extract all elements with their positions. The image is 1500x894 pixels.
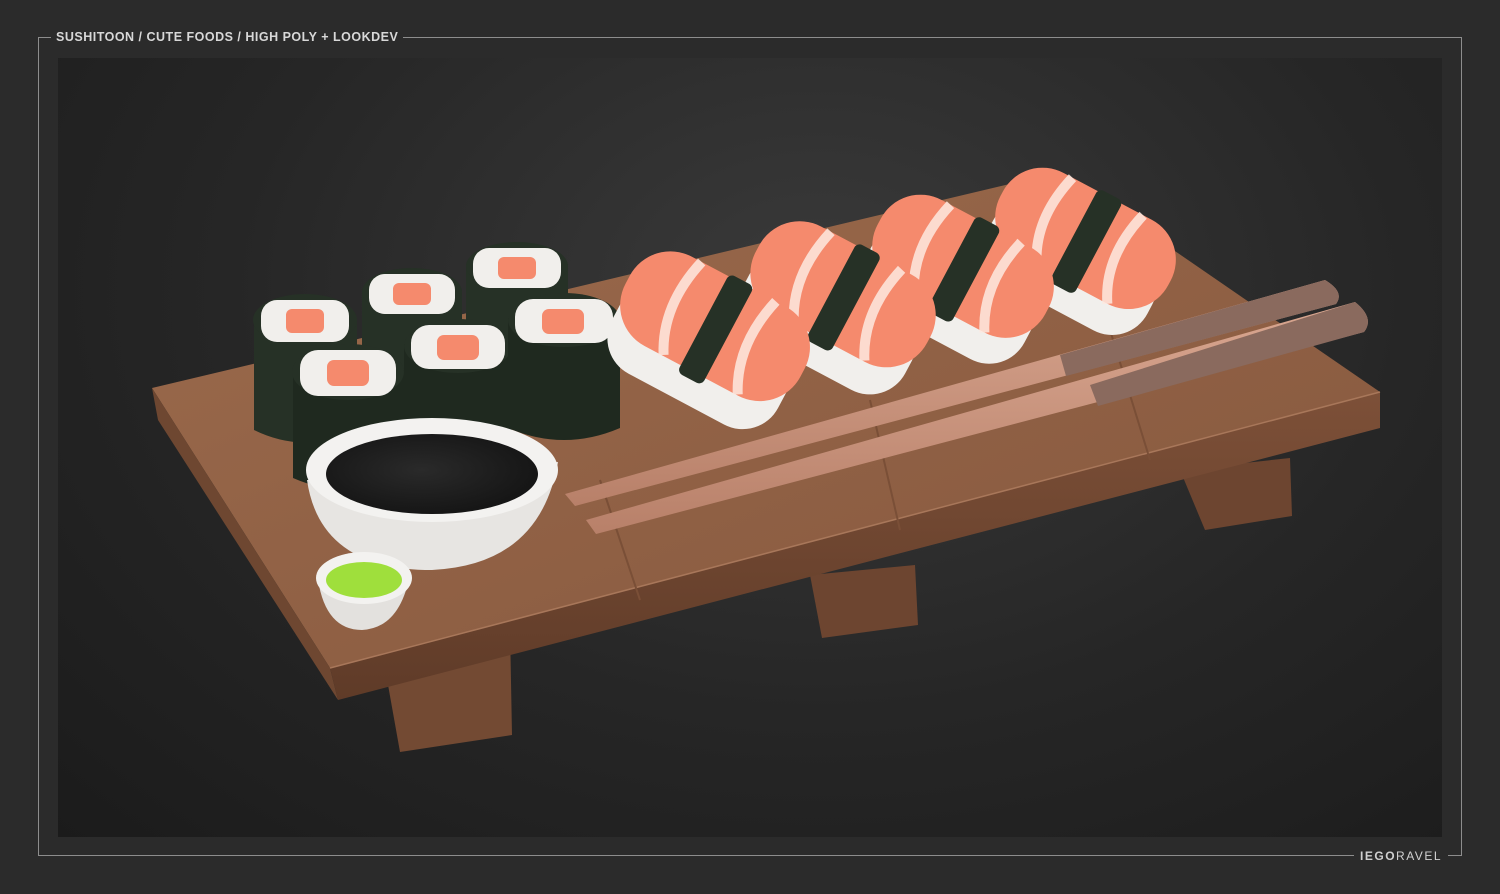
maki-roll: [508, 293, 620, 440]
page-title: SUSHITOON / CUTE FOODS / HIGH POLY + LOO…: [51, 28, 404, 46]
artist-signature: IEGORAVEL: [1354, 847, 1448, 865]
signature-bold: IEGO: [1360, 849, 1397, 863]
render-image: [58, 58, 1442, 837]
signature-light: RAVEL: [1396, 849, 1442, 863]
